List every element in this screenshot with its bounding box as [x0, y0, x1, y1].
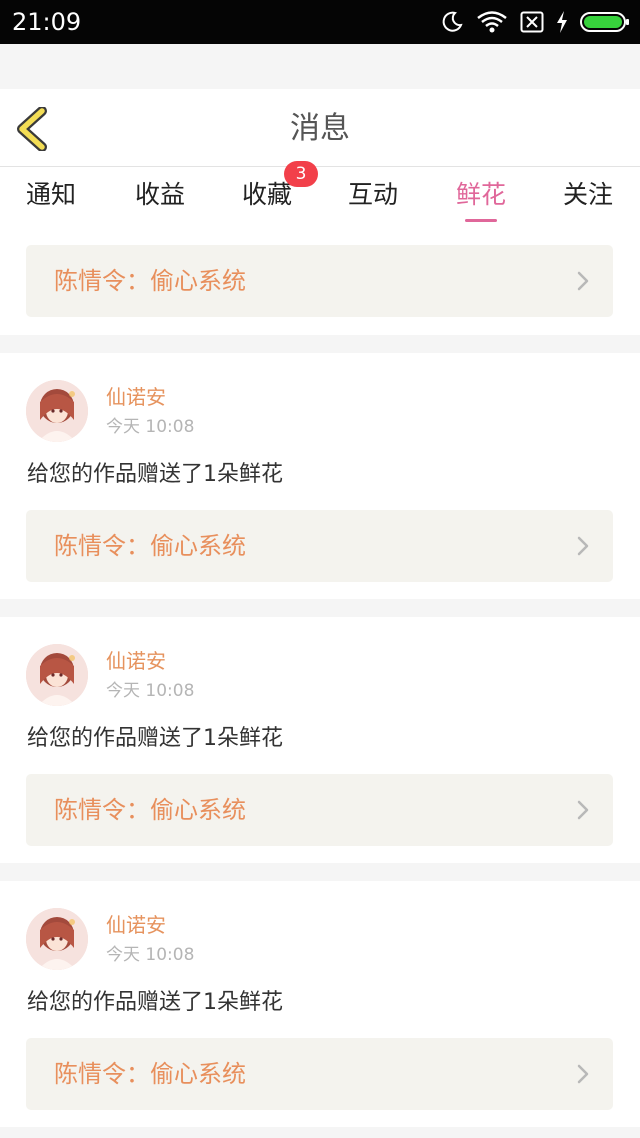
- work-link[interactable]: 陈情令：偷心系统: [26, 1038, 613, 1110]
- tab-bar: 通知 收益 收藏 3 互动 鲜花 关注: [0, 161, 640, 235]
- message-text: 给您的作品赠送了1朵鲜花: [27, 990, 283, 1015]
- message-time: 今天 10:08: [106, 417, 195, 437]
- avatar-image: [26, 380, 88, 442]
- tab-label: 收益: [134, 180, 185, 209]
- status-bar: 21:09: [0, 0, 640, 44]
- status-icons: [440, 10, 630, 34]
- message-card: 仙诺安 今天 10:08 给您的作品赠送了1朵鲜花 陈情令：偷心系统: [0, 353, 640, 599]
- avatar[interactable]: [26, 644, 88, 706]
- message-card: 仙诺安 今天 10:08 给您的作品赠送了1朵鲜花 陈情令：偷心系统: [0, 617, 640, 863]
- work-title: 陈情令：偷心系统: [54, 1060, 246, 1088]
- chevron-right-icon: [577, 536, 589, 556]
- page-title: 消息: [290, 111, 350, 146]
- work-link[interactable]: 陈情令：偷心系统: [26, 774, 613, 846]
- chevron-right-icon: [577, 271, 589, 291]
- tab-flowers[interactable]: 鲜花: [436, 167, 526, 235]
- status-time: 21:09: [12, 8, 82, 36]
- chevron-right-icon: [577, 800, 589, 820]
- tab-label: 鲜花: [455, 180, 506, 209]
- battery-icon: [580, 12, 629, 32]
- tab-favorites[interactable]: 收藏 3: [222, 161, 318, 235]
- avatar[interactable]: [26, 380, 88, 442]
- moon-icon: [442, 11, 463, 32]
- message-text: 给您的作品赠送了1朵鲜花: [27, 462, 283, 487]
- tab-earnings[interactable]: 收益: [115, 167, 205, 235]
- tab-label: 互动: [347, 180, 398, 209]
- tab-follows[interactable]: 关注: [543, 167, 633, 235]
- no-sim-icon: [520, 11, 544, 33]
- tab-notifications[interactable]: 通知: [6, 167, 96, 235]
- chevron-right-icon: [577, 1064, 589, 1084]
- sender-name[interactable]: 仙诺安: [106, 647, 166, 675]
- tab-label: 通知: [25, 180, 76, 209]
- unread-badge: 3: [284, 161, 318, 187]
- work-link[interactable]: 陈情令：偷心系统: [26, 510, 613, 582]
- message-text: 给您的作品赠送了1朵鲜花: [27, 726, 283, 751]
- work-link[interactable]: 陈情令：偷心系统: [26, 245, 613, 317]
- tab-interactions[interactable]: 互动: [328, 167, 418, 235]
- charging-icon: [557, 11, 567, 33]
- message-time: 今天 10:08: [106, 681, 195, 701]
- work-title: 陈情令：偷心系统: [54, 267, 246, 295]
- wifi-icon: [477, 11, 507, 33]
- work-title: 陈情令：偷心系统: [54, 796, 246, 824]
- message-card: 仙诺安 今天 10:08 给您的作品赠送了1朵鲜花 陈情令：偷心系统: [0, 881, 640, 1127]
- message-time: 今天 10:08: [106, 945, 195, 965]
- active-tab-indicator: [465, 219, 497, 222]
- avatar-image: [26, 644, 88, 706]
- tab-label: 关注: [562, 180, 613, 209]
- sender-name[interactable]: 仙诺安: [106, 911, 166, 939]
- avatar-image: [26, 908, 88, 970]
- sender-name[interactable]: 仙诺安: [106, 383, 166, 411]
- work-title: 陈情令：偷心系统: [54, 532, 246, 560]
- avatar[interactable]: [26, 908, 88, 970]
- header-bar: 消息: [0, 89, 640, 167]
- top-spacer: [0, 44, 640, 89]
- message-card: 陈情令：偷心系统: [0, 235, 640, 335]
